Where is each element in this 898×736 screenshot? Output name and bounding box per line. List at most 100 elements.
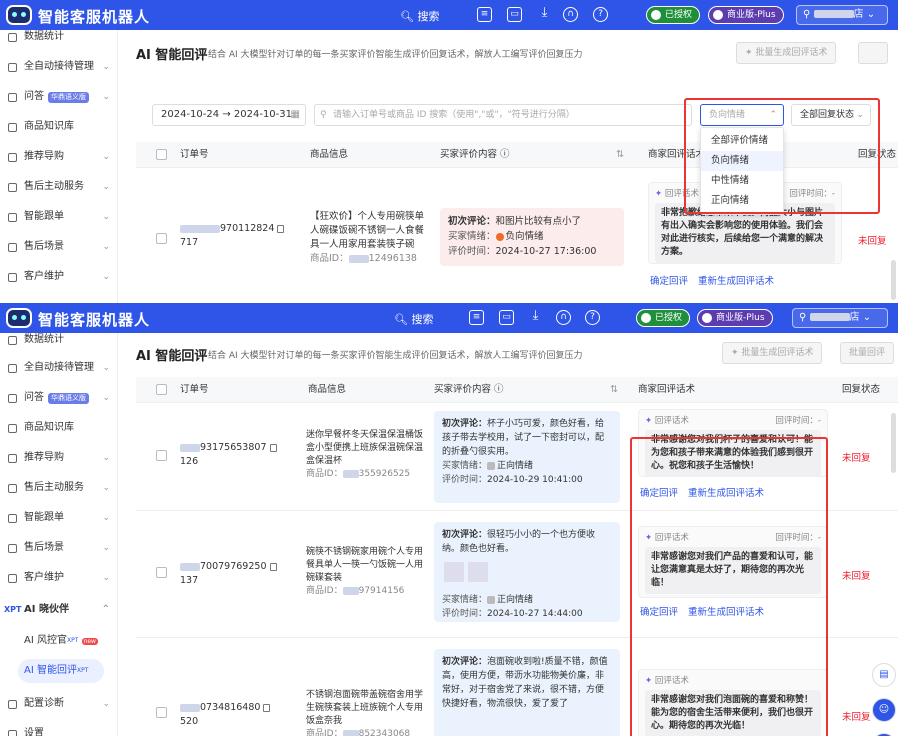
chevron-down-icon: ⌄ [102,513,110,523]
copy-icon[interactable] [263,703,271,712]
ticket-icon[interactable]: ▭ [499,310,514,325]
batch-reply-button[interactable] [858,42,888,64]
qa-icon [8,93,17,102]
chevron-down-icon: ⌄ [102,182,110,192]
plan-badge[interactable]: 商业版-Plus [708,6,784,24]
customer-icon [8,574,17,583]
calendar-icon: ▦ [290,109,300,120]
search-nav-button[interactable]: 🔍︎ 搜索 [394,311,433,327]
download-icon[interactable]: ⤓ [528,309,543,325]
select-all-checkbox[interactable] [156,149,167,160]
sort-icon[interactable]: ⇅ [610,377,618,403]
search-nav-button[interactable]: 🔍︎ 搜索 [400,8,439,24]
help-icon[interactable]: ? [593,7,608,22]
order-number: 93175653807 126 [180,441,292,469]
info-icon: ⓘ [500,149,510,160]
search-icon: ⚲ [320,110,327,120]
document-icon[interactable]: ≡ [477,7,492,22]
batch-reply-button[interactable]: 批量回评 [840,342,895,364]
sidebar: 数据统计 全自动接待管理 ⌄ 问答 华鼎语义版 ⌄ 商品知识库 推荐导购 ⌄ 售后主动服… [0,30,118,303]
sidebar-item-after-sales[interactable]: 售后主动服务 ⌄ [0,473,118,503]
sidebar-item-data-stats[interactable]: 数据统计 [0,325,118,355]
order-number: 70079769250 137 [180,560,292,588]
column-review: 买家评价内容 ⓘ [434,384,504,395]
user-menu[interactable]: ⚲ 店 ⌄ [792,308,888,328]
scrollbar[interactable] [891,260,896,300]
sparkle-icon: ✦ [645,416,655,426]
search-icon: 🔍︎ [394,313,412,326]
product-info: 碗筷不锈钢碗家用碗个人专用餐具单人一筷一勺饭碗一人用碗碟套装 商品ID： 97914… [306,547,424,596]
diagnosis-icon [8,700,17,709]
row-checkbox[interactable] [156,707,167,718]
plan-badge[interactable]: 商业版-Plus [697,309,773,327]
order-number: 970112824 717 [180,222,290,250]
document-icon[interactable]: ≡ [469,310,484,325]
sidebar-item-auto-reception[interactable]: 全自动接待管理 ⌄ [0,353,118,383]
ticket-icon[interactable]: ▭ [507,7,522,22]
sidebar-item-customer[interactable]: 客户维护 ⌄ [0,262,118,292]
sidebar-item-recommend[interactable]: 推荐导购 ⌄ [0,443,118,473]
headset-icon[interactable]: ∩ [556,310,571,325]
batch-generate-button[interactable]: ✦ 批量生成回评话术 [722,342,823,364]
box-icon [8,123,17,132]
sidebar-item-recommend[interactable]: 推荐导购 ⌄ [0,142,118,172]
copy-icon[interactable] [269,562,277,571]
batch-generate-button[interactable]: ✦ 批量生成回评话术 [736,42,837,64]
sidebar-item-qa[interactable]: 问答 华鼎语义版 ⌄ [0,82,118,112]
sidebar-item-customer[interactable]: 客户维护 ⌄ [0,563,118,593]
authorized-badge[interactable]: 已授权 [636,309,691,327]
guide-icon [8,153,17,162]
followup-icon [8,514,17,523]
assistant-bot-icon[interactable]: ☺ [872,698,896,722]
chevron-down-icon: ⌄ [102,363,110,373]
review-image[interactable] [468,562,488,582]
sort-icon[interactable]: ⇅ [616,142,624,168]
search-input[interactable]: ⚲ 请输入订单号或商品 ID 搜索（使用","或"，"符号进行分隔） [314,104,692,126]
sidebar-item-ai-review[interactable]: AI 智能回评XPT [18,659,104,683]
top-navbar: 智能客服机器人 🔍︎ 搜索 ≡ ▭ ⤓ ∩ ? 已授权 商业版-Plus ⚲ 店… [0,303,898,333]
sidebar-item-diagnosis[interactable]: 配置诊断 ⌄ [0,689,118,719]
row-checkbox[interactable] [156,233,167,244]
date-range-picker[interactable]: 2024-10-24 → 2024-10-31 ▦ [152,104,306,126]
customer-icon [8,273,17,282]
clipboard-icon[interactable]: ▤ [872,663,896,687]
user-icon: ⚲ [803,9,814,20]
sidebar-item-qa[interactable]: 问答 华鼎语义版 ⌄ [0,383,118,413]
authorized-badge[interactable]: 已授权 [646,6,701,24]
sidebar-item-settings[interactable]: 设置 [0,719,118,736]
sidebar-item-auto-reception[interactable]: 全自动接待管理 ⌄ [0,52,118,82]
column-product: 商品信息 [308,384,347,395]
confirm-reply-link[interactable]: 确定回评 [650,276,688,287]
order-number: 0734816480 520 [180,701,292,729]
copy-icon[interactable] [277,224,285,233]
xpt-logo-icon: XPT [4,605,22,614]
sidebar-item-risk-officer[interactable]: AI 风控官XPT new [18,629,104,653]
row-checkbox[interactable] [156,450,167,461]
sidebar-item-followup[interactable]: 智能跟单 ⌄ [0,503,118,533]
status-badge: 未回复 [842,453,871,464]
scene-icon [8,544,17,553]
headset-icon[interactable]: ∩ [563,7,578,22]
sidebar-item-scenarios[interactable]: 售后场景 ⌄ [0,533,118,563]
main-content: AI 智能回评 结合 AI 大模型针对订单的每一条买家评价智能生成评价回复话术，… [118,333,898,736]
row-checkbox[interactable] [156,567,167,578]
sidebar-item-knowledge[interactable]: 商品知识库 [0,413,118,443]
ai-partner-section[interactable]: XPT AI 晓伙伴 ⌃ [0,598,118,622]
regenerate-link[interactable]: 重新生成回评话术 [698,276,774,287]
download-icon[interactable]: ⤓ [537,6,552,22]
sidebar-item-data-stats[interactable]: 数据统计 [0,22,118,52]
scrollbar[interactable] [891,413,896,473]
copy-icon[interactable] [269,443,277,452]
sidebar-item-knowledge[interactable]: 商品知识库 [0,112,118,142]
user-icon: ⚲ [799,312,810,323]
service-icon [8,183,17,192]
sidebar-item-scenarios[interactable]: 售后场景 ⌄ [0,232,118,262]
review-image[interactable] [444,562,464,582]
chevron-down-icon: ⌄ [102,543,110,553]
select-all-checkbox[interactable] [156,384,167,395]
help-icon[interactable]: ? [585,310,600,325]
sidebar-item-followup[interactable]: 智能跟单 ⌄ [0,202,118,232]
sidebar-item-after-sales[interactable]: 售后主动服务 ⌄ [0,172,118,202]
user-menu[interactable]: ⚲ 店 ⌄ [796,5,888,25]
main-content: AI 智能回评 结合 AI 大模型针对订单的每一条买家评价智能生成评价回复话术，… [118,30,898,303]
